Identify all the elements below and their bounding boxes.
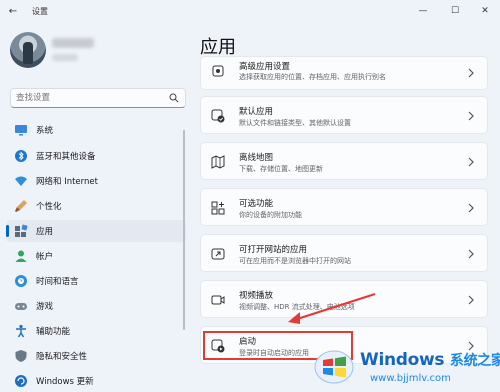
card-subtitle: 下载、存储位置、地图更新 <box>239 165 323 173</box>
card-title: 视频播放 <box>239 291 274 301</box>
video-icon <box>211 295 225 305</box>
monitor-icon <box>15 125 27 136</box>
annotation-arrow <box>288 292 376 324</box>
card-title: 默认应用 <box>239 107 274 117</box>
profile-name-blurred <box>52 38 94 48</box>
card-optional-features[interactable]: 可选功能 你的设备的附加功能 <box>200 188 488 226</box>
globe-clock-icon <box>15 275 27 287</box>
gamepad-icon <box>15 303 27 310</box>
update-icon <box>15 375 27 387</box>
default-apps-icon <box>211 109 225 123</box>
sidebar-item-label: 系统 <box>36 126 54 136</box>
watermark: Windows 系统之家 www.bjjmlv.com <box>300 344 500 390</box>
sidebar-item-label: 辅助功能 <box>36 327 71 337</box>
profile-email-blurred <box>52 54 78 61</box>
sidebar-item-label: 游戏 <box>36 302 54 312</box>
back-arrow-icon[interactable]: ← <box>6 5 20 19</box>
sidebar-item-personalization[interactable]: 个性化 <box>6 195 186 217</box>
sidebar-scrollbar[interactable] <box>183 130 185 330</box>
watermark-brand: Windows 系统之家 <box>360 350 500 370</box>
chevron-right-icon <box>468 157 474 167</box>
sidebar-item-gaming[interactable]: 游戏 <box>6 295 186 317</box>
sidebar-item-label: 时间和语言 <box>36 277 79 287</box>
minimize-button[interactable]: — <box>408 3 438 19</box>
sidebar-item-label: 网络和 Internet <box>36 177 98 187</box>
optional-features-icon <box>211 201 225 215</box>
card-title: 高级应用设置 <box>239 62 291 72</box>
card-subtitle: 你的设备的附加功能 <box>239 211 302 219</box>
person-icon <box>15 250 27 262</box>
apps-icon <box>15 224 28 237</box>
card-advanced-apps[interactable]: 高级应用设置 选择获取应用的位置、存档应用、应用执行别名 <box>200 56 488 90</box>
watermark-url: www.bjjmlv.com <box>370 373 451 384</box>
card-offline-maps[interactable]: 离线地图 下载、存储位置、地图更新 <box>200 142 488 180</box>
sidebar-item-windows-update[interactable]: Windows 更新 <box>6 370 186 392</box>
sidebar-item-accounts[interactable]: 帐户 <box>6 245 186 267</box>
sidebar-item-label: 个性化 <box>36 202 62 212</box>
chevron-right-icon <box>468 249 474 259</box>
advanced-apps-icon <box>212 65 224 77</box>
shield-icon <box>15 350 27 362</box>
sidebar-item-label: 隐私和安全性 <box>36 352 88 362</box>
sidebar-item-apps[interactable]: 应用 <box>6 220 186 242</box>
avatar-figure <box>23 42 33 64</box>
windows-logo-icon <box>314 350 354 384</box>
web-apps-icon <box>211 248 225 260</box>
chevron-right-icon <box>468 203 474 213</box>
map-icon <box>211 155 225 169</box>
sidebar-item-accessibility[interactable]: 辅助功能 <box>6 320 186 342</box>
card-title: 可打开网站的应用 <box>239 245 308 255</box>
sidebar-item-label: Windows 更新 <box>36 377 94 387</box>
avatar[interactable] <box>10 32 46 68</box>
sidebar-item-privacy[interactable]: 隐私和安全性 <box>6 345 186 367</box>
card-title: 离线地图 <box>239 153 274 163</box>
card-default-apps[interactable]: 默认应用 默认文件和链接类型、其他默认设置 <box>200 96 488 134</box>
card-subtitle: 选择获取应用的位置、存档应用、应用执行别名 <box>239 73 386 81</box>
window-title: 设置 <box>32 7 48 16</box>
watermark-brand-cn: 系统之家 <box>449 353 500 369</box>
sidebar-item-network[interactable]: 网络和 Internet <box>6 170 186 192</box>
bluetooth-icon <box>15 150 27 162</box>
sidebar-item-system[interactable]: 系统 <box>6 119 186 141</box>
sidebar-item-label: 帐户 <box>36 252 54 262</box>
search-box[interactable] <box>10 88 186 108</box>
chevron-right-icon <box>468 111 474 121</box>
chevron-right-icon <box>468 295 474 305</box>
card-subtitle: 默认文件和链接类型、其他默认设置 <box>239 119 351 127</box>
card-title: 可选功能 <box>239 199 274 209</box>
card-web-apps[interactable]: 可打开网站的应用 可在应用而不是浏览器中打开的网站 <box>200 234 488 272</box>
wifi-icon <box>15 176 27 186</box>
close-button[interactable]: ✕ <box>470 3 500 19</box>
chevron-right-icon <box>468 68 474 78</box>
sidebar-item-label: 蓝牙和其他设备 <box>36 152 96 162</box>
card-subtitle: 可在应用而不是浏览器中打开的网站 <box>239 257 351 265</box>
accessibility-icon <box>16 324 26 338</box>
maximize-button[interactable]: ☐ <box>440 3 470 19</box>
sidebar-item-bluetooth[interactable]: 蓝牙和其他设备 <box>6 145 186 167</box>
active-indicator <box>6 225 9 237</box>
sidebar-item-label: 应用 <box>36 227 54 237</box>
watermark-brand-en: Windows <box>360 350 445 370</box>
title-bar: ← 设置 — ☐ ✕ <box>0 0 500 24</box>
brush-icon <box>15 200 27 212</box>
search-icon[interactable] <box>169 93 179 103</box>
sidebar-item-time-language[interactable]: 时间和语言 <box>6 270 186 292</box>
search-input[interactable] <box>16 91 166 105</box>
